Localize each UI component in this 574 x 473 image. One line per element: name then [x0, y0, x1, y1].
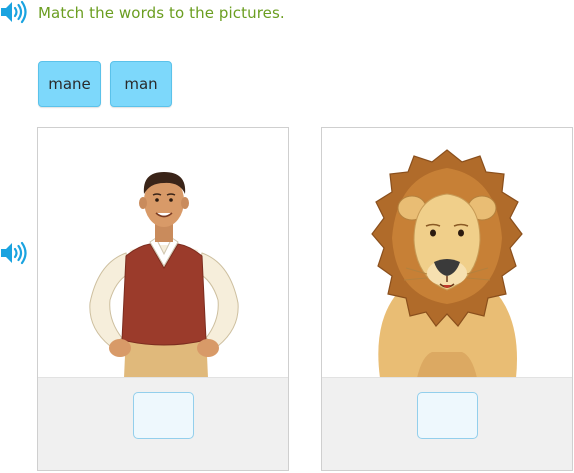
man-illustration-icon: [38, 128, 288, 378]
drop-tray: [322, 377, 572, 470]
drop-tray: [38, 377, 288, 470]
audio-speaker-icon[interactable]: [0, 241, 28, 265]
picture-card-man: [37, 127, 289, 471]
lion-illustration-icon: [322, 128, 572, 378]
drop-zone-man[interactable]: [133, 392, 194, 439]
word-tile-man[interactable]: man: [110, 61, 172, 107]
word-tile-mane[interactable]: mane: [38, 61, 101, 107]
instruction-text: Match the words to the pictures.: [38, 4, 285, 22]
picture-card-lion: [321, 127, 573, 471]
audio-speaker-icon[interactable]: [0, 0, 28, 24]
drop-zone-lion[interactable]: [417, 392, 478, 439]
